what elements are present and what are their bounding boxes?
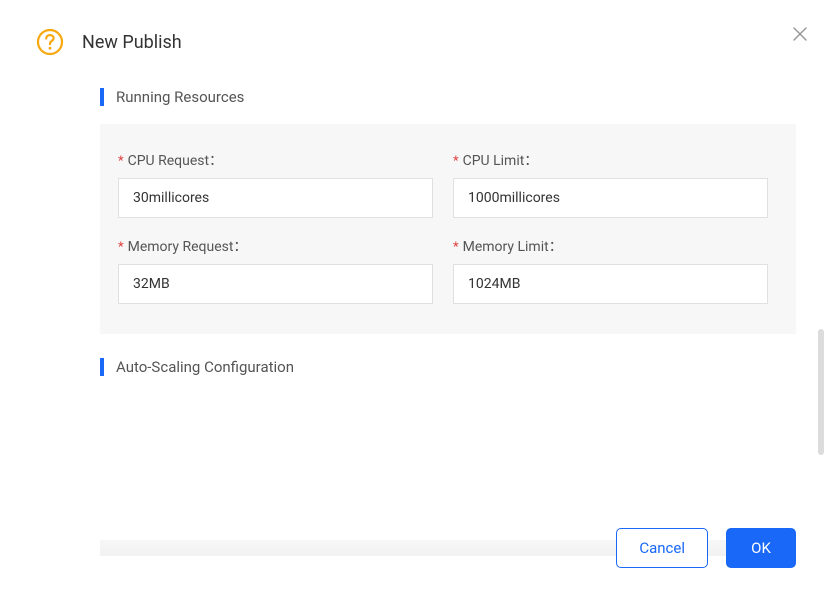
cpu-limit-input[interactable] [453,178,768,218]
required-mark: * [453,154,459,169]
label-cpu-limit: *CPU Limit： [453,150,768,170]
dialog-title: New Publish [82,32,182,53]
required-mark: * [118,154,124,169]
help-icon[interactable] [36,28,64,56]
close-icon[interactable] [788,22,812,46]
ok-button[interactable]: OK [726,528,796,568]
cpu-request-input[interactable] [118,178,433,218]
section-title-running-resources: Running Resources [116,88,244,106]
memory-limit-input[interactable] [453,264,768,304]
scrollbar[interactable] [818,329,824,455]
field-memory-request: *Memory Request： [118,236,433,304]
required-mark: * [118,240,124,255]
label-memory-limit: *Memory Limit： [453,236,768,256]
section-title-auto-scaling: Auto-Scaling Configuration [116,358,294,376]
section-auto-scaling-heading: Auto-Scaling Configuration [100,358,796,376]
field-cpu-limit: *CPU Limit： [453,150,768,218]
running-resources-panel: *CPU Request： *CPU Limit： *Memory Reques… [100,124,796,334]
section-running-resources-heading: Running Resources [100,88,796,106]
field-cpu-request: *CPU Request： [118,150,433,218]
field-memory-limit: *Memory Limit： [453,236,768,304]
section-marker [100,88,104,106]
cancel-button[interactable]: Cancel [616,528,708,568]
label-memory-request: *Memory Request： [118,236,433,256]
memory-request-input[interactable] [118,264,433,304]
required-mark: * [453,240,459,255]
label-cpu-request: *CPU Request： [118,150,433,170]
section-marker [100,358,104,376]
